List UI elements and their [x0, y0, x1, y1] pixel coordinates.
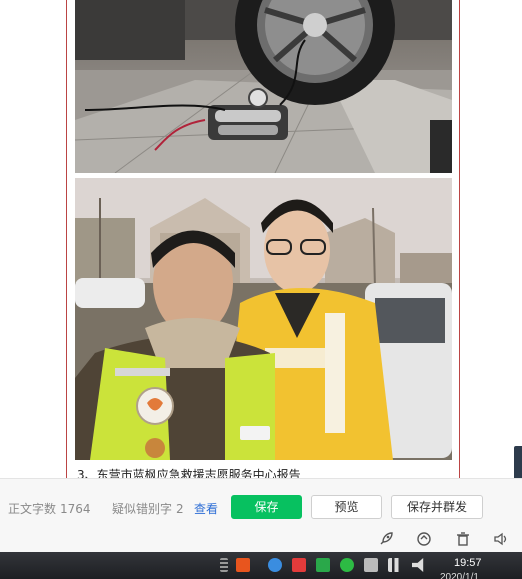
taskbar-date[interactable]: 2020/1/1 [440, 572, 479, 579]
network-icon[interactable] [388, 558, 402, 572]
typo-count: 疑似错别字 2 [112, 500, 184, 517]
refresh-icon[interactable] [415, 530, 433, 548]
volume-icon[interactable] [412, 558, 424, 572]
save-button[interactable]: 保存 [231, 495, 302, 519]
taskbar-grip-icon [220, 558, 228, 572]
view-typos-link[interactable]: 查看 [194, 500, 218, 517]
speaker-icon[interactable] [492, 530, 510, 548]
photo-volunteers-selfie [75, 178, 452, 460]
app-s-icon[interactable] [236, 558, 250, 572]
word-count-label: 正文字数 [8, 502, 57, 516]
word-count: 正文字数 1764 [8, 500, 91, 517]
editor-icon-row [0, 526, 522, 552]
wechat-icon[interactable] [340, 558, 354, 572]
typo-value: 2 [176, 502, 184, 516]
editor-toolbar: 正文字数 1764 疑似错别字 2 查看 保存 预览 保存并群发 [0, 478, 522, 527]
trash-icon[interactable] [454, 530, 472, 548]
app-red-icon[interactable] [292, 558, 306, 572]
typo-label: 疑似错别字 [112, 502, 173, 516]
rocket-icon[interactable] [377, 530, 395, 548]
taskbar: 19:57 2020/1/1 [0, 552, 522, 579]
photo-tire-compressor [75, 0, 452, 173]
taskbar-clock[interactable]: 19:57 [454, 557, 482, 569]
preview-button[interactable]: 预览 [311, 495, 382, 519]
article-content: 3、东营市蓝枫应急救援志愿服务中心报告 [66, 0, 460, 482]
word-count-value: 1764 [60, 502, 91, 516]
device-icon[interactable] [364, 558, 378, 572]
app-green-icon[interactable] [316, 558, 330, 572]
article-preview: 3、东营市蓝枫应急救援志愿服务中心报告 [0, 0, 522, 482]
save-and-send-button[interactable]: 保存并群发 [391, 495, 483, 519]
shield-icon[interactable] [268, 558, 282, 572]
